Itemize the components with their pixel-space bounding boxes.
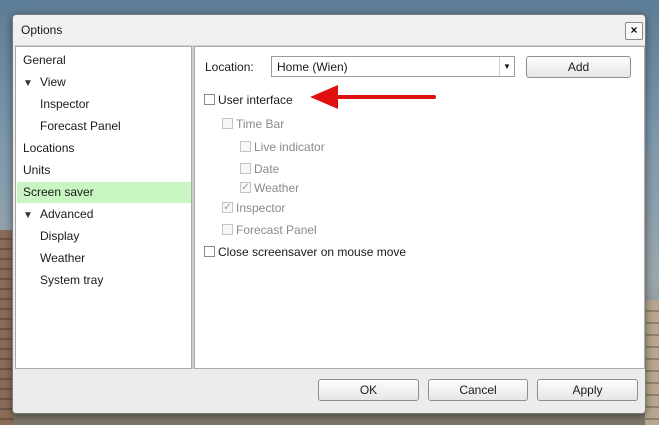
date-checkbox[interactable] xyxy=(240,163,251,175)
expand-arrow-icon[interactable]: ▼ xyxy=(23,73,40,94)
nav-item-label: Forecast Panel xyxy=(40,119,121,133)
add-location-button[interactable]: Add xyxy=(526,56,631,78)
option-label: Forecast Panel xyxy=(236,223,317,237)
time-bar-checkbox[interactable] xyxy=(222,118,233,130)
dialog-title: Options xyxy=(21,23,63,37)
option-forecast-panel[interactable]: Forecast Panel xyxy=(222,222,317,238)
location-select-value: Home (Wien) xyxy=(277,60,348,74)
nav-item-label: Inspector xyxy=(40,97,90,111)
red-arrow-annotation-icon xyxy=(310,85,436,109)
nav-item-display[interactable]: Display xyxy=(17,226,191,247)
options-dialog: Options × General ▼ View Inspector Foreca… xyxy=(12,14,646,414)
option-inspector[interactable]: ✓ Inspector xyxy=(222,200,285,216)
nav-item-units[interactable]: Units xyxy=(17,160,191,181)
nav-item-label: Weather xyxy=(40,251,86,265)
user-interface-checkbox[interactable] xyxy=(204,94,215,106)
screen-saver-panel: Location: Home (Wien) ▼ Add User interfa… xyxy=(194,46,645,369)
nav-item-weather[interactable]: Weather xyxy=(17,248,191,269)
option-close-on-mouse-move[interactable]: Close screensaver on mouse move xyxy=(204,244,406,260)
cancel-button[interactable]: Cancel xyxy=(428,379,528,401)
nav-item-screen-saver[interactable]: Screen saver xyxy=(17,182,191,203)
option-label: User interface xyxy=(218,93,293,107)
nav-item-system-tray[interactable]: System tray xyxy=(17,270,191,291)
option-label: Weather xyxy=(254,181,300,195)
expand-arrow-icon[interactable]: ▼ xyxy=(23,205,40,226)
option-label: Time Bar xyxy=(236,117,285,131)
nav-item-label: Locations xyxy=(23,141,75,155)
close-icon: × xyxy=(630,23,638,37)
nav-item-label: Display xyxy=(40,229,80,243)
weather-checkbox[interactable]: ✓ xyxy=(240,182,251,194)
close-on-mouse-move-checkbox[interactable] xyxy=(204,246,215,258)
option-live-indicator[interactable]: Live indicator xyxy=(240,139,325,155)
nav-item-locations[interactable]: Locations xyxy=(17,138,191,159)
nav-item-view[interactable]: ▼ View xyxy=(17,72,191,93)
background-building-right xyxy=(645,300,659,425)
close-button[interactable]: × xyxy=(625,22,643,40)
apply-button[interactable]: Apply xyxy=(537,379,638,401)
nav-item-label: Screen saver xyxy=(23,185,94,199)
option-user-interface[interactable]: User interface xyxy=(204,92,293,108)
live-indicator-checkbox[interactable] xyxy=(240,141,251,153)
dropdown-arrow-icon[interactable]: ▼ xyxy=(499,57,514,76)
nav-item-label: Units xyxy=(23,163,51,177)
option-label: Live indicator xyxy=(254,140,325,154)
nav-item-advanced[interactable]: ▼ Advanced xyxy=(17,204,191,225)
nav-item-label: General xyxy=(23,53,66,67)
ok-button[interactable]: OK xyxy=(318,379,419,401)
options-nav-tree: General ▼ View Inspector Forecast Panel L… xyxy=(15,46,192,369)
title-bar: Options × xyxy=(13,15,645,46)
option-label: Inspector xyxy=(236,201,286,215)
nav-item-label: View xyxy=(40,75,66,89)
option-label: Close screensaver on mouse move xyxy=(218,245,407,259)
nav-item-label: Advanced xyxy=(40,207,94,221)
location-select[interactable]: Home (Wien) ▼ xyxy=(271,56,515,77)
option-label: Date xyxy=(254,162,280,176)
option-date[interactable]: Date xyxy=(240,161,279,177)
nav-item-inspector[interactable]: Inspector xyxy=(17,94,191,115)
option-time-bar[interactable]: Time Bar xyxy=(222,116,284,132)
nav-item-forecast-panel[interactable]: Forecast Panel xyxy=(17,116,191,137)
nav-item-general[interactable]: General xyxy=(17,50,191,71)
nav-item-label: System tray xyxy=(40,273,104,287)
location-label: Location: xyxy=(205,60,254,74)
forecast-panel-checkbox[interactable] xyxy=(222,224,233,236)
option-weather[interactable]: ✓ Weather xyxy=(240,180,299,196)
inspector-checkbox[interactable]: ✓ xyxy=(222,202,233,214)
